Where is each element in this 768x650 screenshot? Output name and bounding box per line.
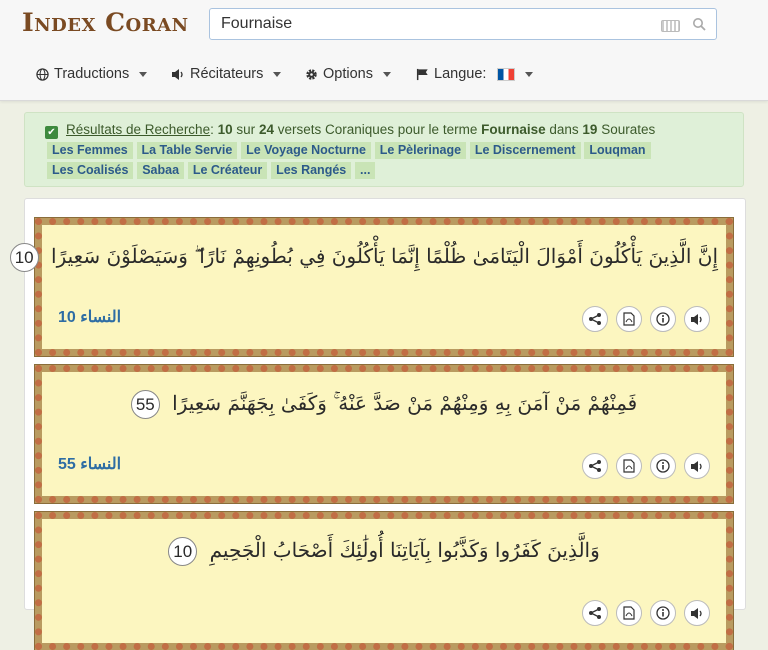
results-surah-count: 19 (582, 122, 598, 137)
search-icon[interactable] (692, 17, 706, 31)
verse-actions (582, 600, 710, 626)
share-icon[interactable] (582, 600, 608, 626)
check-icon[interactable]: ✔ (45, 126, 58, 139)
results-link[interactable]: Résultats de Recherche (66, 122, 210, 137)
surah-tags: Les Femmes La Table Servie Le Voyage Noc… (47, 142, 737, 182)
menu-options[interactable]: Options (305, 66, 391, 82)
menu-langue-label: Langue: (434, 66, 487, 82)
results-sur: sur (236, 122, 256, 137)
verse-reference[interactable]: النساء 10 (58, 307, 121, 327)
speaker-icon (172, 68, 183, 80)
surah-tag[interactable]: Les Coalisés (47, 162, 134, 179)
results-count: 10 (217, 122, 233, 137)
menu-traductions[interactable]: Traductions (36, 66, 148, 82)
verse-number: 10 (168, 537, 198, 566)
more-tags[interactable]: ... (355, 162, 376, 179)
menu-options-label: Options (323, 66, 373, 82)
share-icon[interactable] (582, 453, 608, 479)
audio-icon[interactable] (684, 453, 710, 479)
verse-actions (582, 453, 710, 479)
verse-card: وَالَّذِينَ كَفَرُوا وَكَذَّبُوا بِآيَات… (34, 511, 734, 650)
chevron-down-icon (139, 71, 148, 77)
verse-text: فَمِنْهُمْ مَنْ آمَنَ بِهِ وَمِنْهُمْ مَ… (172, 391, 638, 415)
info-icon[interactable] (650, 306, 676, 332)
info-icon[interactable] (650, 600, 676, 626)
menu-recitateurs-label: Récitateurs (190, 66, 264, 82)
verse-text-line: فَمِنْهُمْ مَنْ آمَنَ بِهِ وَمِنْهُمْ مَ… (42, 390, 726, 419)
verse-card: إِنَّ الَّذِينَ يَأْكُلُونَ أَمْوَالَ ال… (9, 217, 734, 357)
surah-tag[interactable]: Le Discernement (469, 142, 581, 159)
results-line: ✔ Résultats de Recherche: 10 sur 24 verse… (45, 122, 655, 139)
audio-icon[interactable] (684, 600, 710, 626)
verse-card: فَمِنْهُمْ مَنْ آمَنَ بِهِ وَمِنْهُمْ مَ… (34, 364, 734, 504)
surah-tag[interactable]: La Table Servie (136, 142, 238, 159)
chevron-down-icon (382, 71, 391, 77)
verse-text-line: وَالَّذِينَ كَفَرُوا وَكَذَّبُوا بِآيَات… (42, 537, 726, 566)
menu-recitateurs[interactable]: Récitateurs (171, 66, 282, 82)
surah-tag[interactable]: Le Voyage Nocturne (241, 142, 371, 159)
verse-text-line: إِنَّ الَّذِينَ يَأْكُلُونَ أَمْوَالَ ال… (9, 243, 718, 272)
verse-actions (582, 306, 710, 332)
surah-tag[interactable]: Louqman (584, 142, 651, 159)
menu-traductions-label: Traductions (54, 66, 130, 82)
search-input[interactable] (221, 15, 651, 33)
surah-tag[interactable]: Les Femmes (47, 142, 133, 159)
pdf-icon[interactable] (616, 306, 642, 332)
gear-icon (306, 68, 317, 80)
menu-langue[interactable]: Langue: (416, 66, 534, 82)
results-total: 24 (258, 122, 274, 137)
verse-text: إِنَّ الَّذِينَ يَأْكُلُونَ أَمْوَالَ ال… (51, 244, 718, 268)
french-flag-icon (497, 67, 516, 81)
verse-number: 55 (130, 390, 160, 419)
top-bar: Index Coran Traductions Récitateurs Opti… (0, 0, 768, 101)
results-term: Fournaise (481, 122, 546, 137)
site-logo[interactable]: Index Coran (22, 8, 189, 37)
search-box[interactable] (209, 8, 717, 40)
results-text: versets Coraniques pour le terme (277, 122, 478, 137)
pdf-icon[interactable] (616, 453, 642, 479)
chevron-down-icon (525, 71, 534, 77)
results-sourates: Sourates (601, 122, 656, 137)
verse-number: 10 (9, 243, 39, 272)
pdf-icon[interactable] (616, 600, 642, 626)
keyboard-icon[interactable] (661, 20, 680, 32)
share-icon[interactable] (582, 306, 608, 332)
surah-tag[interactable]: Le Pèlerinage (374, 142, 467, 159)
verse-reference[interactable]: النساء 55 (58, 454, 121, 474)
flag-icon (416, 68, 428, 80)
surah-tag[interactable]: Les Rangés (271, 162, 352, 179)
surah-tag[interactable]: Le Créateur (187, 162, 268, 179)
audio-icon[interactable] (684, 306, 710, 332)
verse-text: وَالَّذِينَ كَفَرُوا وَكَذَّبُوا بِآيَات… (209, 538, 600, 562)
chevron-down-icon (273, 71, 282, 77)
search-results-summary: ✔ Résultats de Recherche: 10 sur 24 verse… (24, 112, 744, 187)
info-icon[interactable] (650, 453, 676, 479)
results-dans: dans (549, 122, 579, 137)
verses-panel: إِنَّ الَّذِينَ يَأْكُلُونَ أَمْوَالَ ال… (9, 198, 746, 650)
globe-icon (36, 67, 49, 81)
results-colon: : (210, 122, 214, 137)
surah-tag[interactable]: Sabaa (137, 162, 185, 179)
